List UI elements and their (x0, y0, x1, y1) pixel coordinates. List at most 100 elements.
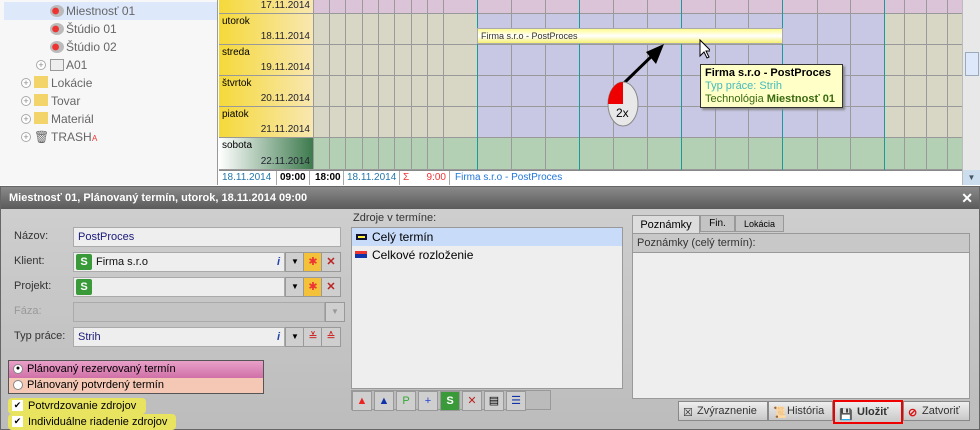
grid-line (926, 0, 927, 170)
klient-dropdown-icon[interactable]: ▼ (285, 252, 305, 272)
klient-new-icon[interactable]: ✱ (303, 252, 323, 272)
checkbox-label: Potvrdzovanie zdrojov (28, 400, 137, 412)
tree-label: Tovar (51, 94, 81, 108)
event-tooltip: Firma s.r.o - PostProces Typ práce: Stri… (700, 64, 843, 108)
add-person-icon[interactable]: P (396, 391, 416, 411)
mouse-hint-label: 2x (616, 106, 629, 120)
tree-item-studio-02[interactable]: Štúdio 02 (0, 38, 218, 56)
day-date: 18.11.2014 (260, 31, 310, 42)
add-resource-icon[interactable]: ▲ (352, 391, 372, 411)
checkbox-potvrdzovanie[interactable]: ✔ Potvrdzovanie zdrojov (8, 398, 146, 414)
resource-tree: Miestnosť 01 Štúdio 01 Štúdio 02 + A01 + L… (0, 0, 218, 185)
notes-textarea[interactable] (633, 253, 969, 397)
info-icon[interactable]: i (277, 253, 280, 271)
grid-line (411, 0, 412, 170)
history-button[interactable]: 📜 História (768, 401, 833, 421)
resource-item-celkove-rozlozenie[interactable]: Celkové rozloženie (352, 246, 622, 264)
klient-clear-icon[interactable]: ✕ (321, 252, 341, 272)
no-entry-icon: ⊘ (908, 407, 918, 419)
button-label: Uložiť (857, 406, 889, 418)
highlight-button[interactable]: ☒ Zvýraznenie (678, 401, 768, 421)
checkbox-checked-icon[interactable]: ✔ (12, 400, 23, 411)
grid-line (850, 0, 851, 170)
radio-checked-icon[interactable]: ● (13, 364, 23, 374)
trash-icon: 🗑 (34, 130, 50, 144)
tree-item-tovar[interactable]: + Tovar (0, 92, 218, 110)
scrollbar-thumb[interactable] (965, 52, 979, 76)
add-location-icon[interactable]: + (418, 391, 438, 411)
day-date: 22.11.2014 (260, 156, 310, 167)
projekt-clear-icon[interactable]: ✕ (321, 277, 341, 297)
projekt-input[interactable]: S (73, 277, 285, 297)
tree-label: Štúdio 01 (66, 22, 117, 36)
folder-icon (34, 76, 48, 88)
expand-icon[interactable]: + (21, 96, 31, 106)
notes-panel: Poznámky (celý termín): (632, 233, 970, 399)
expand-icon[interactable]: + (36, 60, 46, 70)
expand-icon[interactable]: + (21, 78, 31, 88)
info-icon[interactable]: i (277, 328, 280, 346)
grid-line (579, 0, 580, 170)
day-column: 17.11.2014 utorok 18.11.2014 streda 19.11.20… (219, 0, 313, 170)
expand-icon[interactable]: + (21, 114, 31, 124)
typ-prace-input[interactable]: Strih i (73, 327, 285, 347)
grid-line (329, 0, 330, 170)
day-name: piatok (222, 109, 249, 120)
tab-fin[interactable]: Fin. (700, 215, 735, 232)
close-icon[interactable]: ✕ (961, 187, 973, 209)
tree-item-miestnost-01[interactable]: Miestnosť 01 (4, 2, 217, 20)
select-icon[interactable]: S (440, 391, 460, 411)
typ-prace-label: Typ práce: (14, 330, 66, 342)
klient-label: Klient: (14, 255, 45, 267)
tree-item-lokacie[interactable]: + Lokácie (0, 74, 218, 92)
projekt-new-icon[interactable]: ✱ (303, 277, 323, 297)
checkbox-checked-icon[interactable]: ✔ (12, 416, 23, 427)
card-icon[interactable]: ▤ (484, 391, 504, 411)
resource-item-cely-termin[interactable]: Celý termín (352, 228, 622, 246)
klient-input[interactable]: S Firma s.r.o i (73, 252, 285, 272)
floppy-icon: 💾 (839, 409, 853, 421)
list-icon[interactable]: ☰ (506, 391, 526, 411)
save-button[interactable]: 💾 Uložiť (833, 400, 903, 424)
grid-line (427, 0, 428, 170)
grid-line (904, 0, 905, 170)
tree-label: TRASH (51, 130, 92, 144)
grid-line (511, 0, 512, 170)
tree-item-trash[interactable]: + 🗑 TRASH A (0, 128, 218, 146)
tooltip-type: Typ práce: Strih (705, 80, 783, 92)
layout-icon (355, 251, 367, 258)
expand-all-icon[interactable]: ≙ (321, 327, 341, 347)
trash-badge: A (92, 134, 98, 143)
sum-icon: Σ (403, 172, 410, 183)
tree-item-a01[interactable]: + A01 (0, 56, 218, 74)
expand-icon[interactable]: + (21, 132, 31, 142)
select-icon[interactable]: S (76, 279, 92, 295)
tree-item-studio-01[interactable]: Štúdio 01 (0, 20, 218, 38)
select-icon[interactable]: S (76, 254, 92, 270)
dialog-titlebar: Miestnosť 01, Plánovaný termín, utorok, … (1, 187, 979, 209)
nazov-input[interactable]: PostProces (73, 227, 341, 247)
cursor-icon (699, 38, 710, 59)
radio-confirmed[interactable]: Plánovaný potvrdený termín (9, 378, 263, 393)
tree-item-material[interactable]: + Materiál (0, 110, 218, 128)
checkbox-individualne[interactable]: ✔ Individuálne riadenie zdrojov (8, 414, 176, 430)
folder-icon (34, 94, 48, 106)
room-icon (50, 5, 64, 17)
room-icon (50, 23, 64, 35)
tab-poznamky[interactable]: Poznámky (632, 215, 700, 233)
projekt-dropdown-icon[interactable]: ▼ (285, 277, 305, 297)
grid-line (378, 0, 379, 170)
tooltip-tech-label: Technológia (705, 93, 764, 105)
typ-dropdown-icon[interactable]: ▼ (285, 327, 305, 347)
tab-lokacia[interactable]: Lokácia (735, 215, 784, 232)
vertical-scrollbar[interactable]: ▼ (962, 0, 980, 185)
button-label: Zvýraznenie (697, 405, 757, 417)
computer-icon (50, 59, 64, 71)
add-device-icon[interactable]: ▲ (374, 391, 394, 411)
scroll-down-icon[interactable]: ▼ (963, 170, 980, 185)
remove-icon[interactable]: ✕ (462, 391, 482, 411)
collapse-icon[interactable]: ≚ (303, 327, 323, 347)
close-button[interactable]: ⊘ Zatvoriť (903, 401, 970, 421)
radio-unchecked-icon[interactable] (13, 380, 23, 390)
radio-reserved[interactable]: ● Plánovaný rezervovaný termín (9, 361, 263, 378)
